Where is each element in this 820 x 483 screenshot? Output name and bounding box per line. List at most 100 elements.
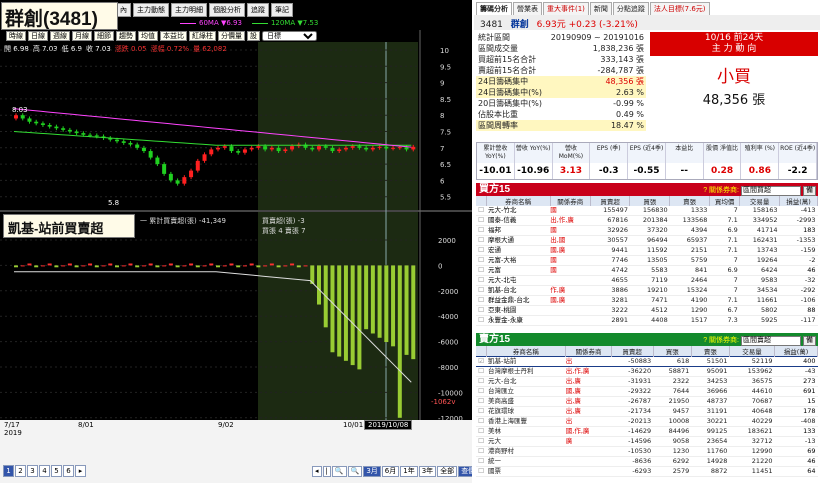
broker-name[interactable]: 凱基-台北 [486, 285, 551, 296]
toolbar-btn-7[interactable]: 本益比 [160, 31, 187, 41]
broker-name[interactable]: 花旗環球 [486, 406, 566, 417]
page-btn-0[interactable]: 1 [3, 465, 14, 477]
toolbar-btn-1[interactable]: 日線 [28, 31, 48, 41]
right-tab-4[interactable]: 分點追蹤 [612, 2, 649, 16]
broker-name[interactable]: 香港上海匯豐 [486, 416, 566, 427]
broker-name[interactable]: 台灣匯立 [486, 386, 566, 397]
table-row[interactable]: ☐ 花旗環球 出,廣 -21734 9457 31191 40648 178 [476, 406, 818, 417]
table-row[interactable]: ☐ 元富國 4742 5583 841 6.9 6424 46 [476, 265, 818, 276]
right-tab-1[interactable]: 營業表 [513, 2, 542, 16]
broker-name[interactable]: 港商野村 [486, 446, 566, 457]
column-header[interactable]: 買張 [653, 346, 692, 357]
column-header[interactable]: 賣張 [691, 346, 730, 357]
buy-filter-select[interactable]: 區間買超 [741, 185, 801, 196]
column-header[interactable]: 買張 [629, 196, 671, 206]
range-btn-7[interactable]: 3年 [418, 466, 437, 477]
right-tab-3[interactable]: 新聞 [589, 2, 612, 16]
range-btn-8[interactable]: 全部 [437, 466, 458, 477]
quote-name[interactable]: 群創 [511, 20, 529, 30]
broker-name[interactable]: 群益金鼎-台北 [486, 295, 551, 306]
table-row[interactable]: ☐ 台灣摩根士丹利 出,作,廣 -36220 58871 95091 153962 -43 [476, 366, 818, 377]
range-btn-0[interactable]: ◂ [312, 466, 322, 477]
column-header[interactable]: 券商名稱 [486, 346, 567, 357]
broker-name[interactable]: 亞東-桃園 [486, 305, 551, 316]
page-btn-1[interactable]: 2 [15, 465, 26, 477]
row-checkbox[interactable]: ☐ [476, 225, 486, 236]
row-checkbox[interactable]: ☐ [476, 206, 486, 216]
buy-filter-button[interactable]: 備 [803, 185, 816, 196]
broker-name[interactable]: 美商高盛 [486, 396, 566, 407]
row-checkbox[interactable]: ☐ [476, 376, 486, 387]
table-row[interactable]: ☐ 摩根大通 出,國 30557 96494 65937 7.1 162431 -1353 [476, 235, 818, 246]
row-checkbox[interactable]: ☐ [476, 285, 486, 296]
row-checkbox[interactable]: ☐ [476, 275, 486, 286]
broker-name[interactable]: 元大-台北 [486, 376, 566, 387]
range-btn-4[interactable]: 3月 [363, 466, 381, 477]
right-tab-0[interactable]: 籌碼分析 [476, 2, 512, 16]
broker-name[interactable]: 元大 [486, 436, 566, 447]
table-row[interactable]: ☐ 元大-竹北國 155497 156830 1333 7 158163 -413 [476, 206, 818, 216]
toolbar-btn-2[interactable]: 週線 [50, 31, 70, 41]
price-volume-chart[interactable]: 10 9.5 9 8.5 8 7.5 7 6.5 6 5.5 2000 0 -2000 -4000 -600… [0, 0, 472, 483]
toolbar-btn-5[interactable]: 趨勢 [116, 31, 136, 41]
table-row[interactable]: ☐ 國票 -6293 2579 8872 11451 64 [476, 466, 818, 477]
row-checkbox[interactable]: ☐ [476, 386, 486, 397]
row-checkbox[interactable]: ☐ [476, 245, 486, 256]
row-checkbox[interactable]: ☐ [476, 215, 486, 226]
toolbar-btn-3[interactable]: 月線 [72, 31, 92, 41]
row-checkbox[interactable]: ☐ [476, 255, 486, 266]
page-btn-6[interactable]: ▸ [75, 465, 86, 477]
row-checkbox[interactable]: ☐ [476, 436, 486, 447]
table-row[interactable]: ☐ 國泰-信義 出,作,廣 67816 201384 133568 7.1 334952 -29… [476, 215, 818, 226]
row-checkbox[interactable]: ☐ [476, 305, 486, 316]
broker-name[interactable]: 國泰-信義 [486, 215, 551, 226]
indicator-select[interactable]: 日標 [262, 31, 317, 41]
row-checkbox[interactable]: ☐ [476, 315, 486, 326]
right-tab-5[interactable]: 法人目標(7.6元) [649, 2, 710, 16]
broker-name[interactable]: 宏通 [486, 245, 551, 256]
page-btn-5[interactable]: 6 [63, 465, 74, 477]
broker-name[interactable]: 元富 [486, 265, 551, 276]
toolbar-btn-10[interactable]: 設 [247, 31, 260, 41]
column-header[interactable]: 券商名稱 [486, 196, 551, 206]
table-row[interactable]: ☐ 元大-台北 出,廣 -31931 2322 34253 36575 273 [476, 376, 818, 387]
range-btn-9[interactable]: 查價 [458, 466, 472, 477]
sell-filter-button[interactable]: 備 [803, 335, 816, 346]
broker-name[interactable]: 元大-北屯 [486, 275, 551, 286]
column-header[interactable]: 買賣超 [590, 196, 631, 206]
broker-name[interactable]: 摩根大通 [486, 235, 551, 246]
sell-filter-select[interactable]: 區間賣超 [741, 335, 801, 346]
table-row[interactable]: ☐ 福邦國 32926 37320 4394 6.9 41714 183 [476, 225, 818, 236]
broker-name[interactable]: 美林 [486, 426, 566, 437]
column-header[interactable]: 關係券商 [565, 346, 612, 357]
column-header[interactable]: 買賣超 [611, 346, 654, 357]
row-checkbox[interactable]: ☑ [476, 356, 486, 367]
table-row[interactable]: ☐ 凱基-台北 作,廣 3886 19210 15324 7 34534 -292 [476, 285, 818, 296]
range-btn-2[interactable]: 🔍 [331, 466, 347, 477]
page-btn-4[interactable]: 5 [51, 465, 62, 477]
table-row[interactable]: ☐ 宏通 國,廣 9441 11592 2151 7.1 13743 -159 [476, 245, 818, 256]
row-checkbox[interactable]: ☐ [476, 416, 486, 427]
table-row[interactable]: ☐ 統一 -8636 6292 14928 21220 46 [476, 456, 818, 467]
column-header[interactable]: 交易量 [729, 346, 775, 357]
table-row[interactable]: ☐ 台灣匯立 國,廣 -29322 7644 36966 44610 691 [476, 386, 818, 397]
row-checkbox[interactable]: ☐ [476, 295, 486, 306]
table-row[interactable]: ☑ 凱基-站前出 -50883 618 51501 52119 400 [476, 356, 818, 367]
row-checkbox[interactable]: ☐ [476, 466, 486, 477]
broker-name[interactable]: 凱基-站前 [486, 356, 566, 367]
broker-name[interactable]: 台灣摩根士丹利 [486, 366, 566, 377]
table-row[interactable]: ☐ 元大-北屯 4655 7119 2464 7 9583 -32 [476, 275, 818, 286]
row-checkbox[interactable]: ☐ [476, 366, 486, 377]
table-row[interactable]: ☐ 美林 國,作,廣 -14629 84496 99125 183621 133 [476, 426, 818, 437]
table-row[interactable]: ☐ 元富-大裕國 7746 13505 5759 7 19264 -2 [476, 255, 818, 266]
column-header[interactable]: 交易量 [739, 196, 781, 206]
range-btn-6[interactable]: 1年 [400, 466, 418, 477]
broker-name[interactable]: 福邦 [486, 225, 551, 236]
row-checkbox[interactable]: ☐ [476, 446, 486, 457]
broker-name[interactable]: 元富-大裕 [486, 255, 551, 266]
page-btn-2[interactable]: 3 [27, 465, 38, 477]
column-header[interactable]: 損益(萬) [779, 196, 818, 206]
table-row[interactable]: ☐ 永豐金-永康 2891 4408 1517 7.3 5925 -117 [476, 315, 818, 326]
row-checkbox[interactable]: ☐ [476, 456, 486, 467]
toolbar-btn-4[interactable]: 細節 [94, 31, 114, 41]
